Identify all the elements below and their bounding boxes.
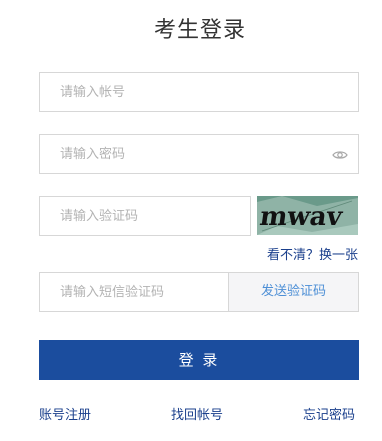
send-code-button[interactable]: 发送验证码 [229, 272, 359, 312]
eye-icon[interactable] [332, 147, 348, 163]
captcha-input[interactable] [40, 197, 250, 235]
captcha-field[interactable] [39, 196, 251, 236]
find-account-link[interactable]: 找回帐号 [171, 404, 223, 423]
login-page: 考生登录 mwav 看不清？换一张 发送验证码 登 录 账号注册 找回帐号 忘记… [0, 0, 382, 441]
refresh-captcha-link[interactable]: 看不清？换一张 [267, 244, 358, 263]
account-field[interactable] [39, 72, 359, 112]
page-title: 考生登录 [153, 18, 246, 43]
password-field[interactable] [39, 134, 359, 174]
sms-code-field[interactable] [39, 272, 229, 312]
password-input[interactable] [40, 135, 358, 173]
sms-code-input[interactable] [40, 273, 228, 311]
captcha-text: mwav [258, 201, 345, 232]
captcha-image[interactable]: mwav [257, 196, 358, 235]
account-input[interactable] [40, 73, 358, 111]
register-link[interactable]: 账号注册 [39, 404, 91, 423]
login-button[interactable]: 登 录 [39, 340, 359, 380]
forgot-password-link[interactable]: 忘记密码 [303, 404, 355, 423]
